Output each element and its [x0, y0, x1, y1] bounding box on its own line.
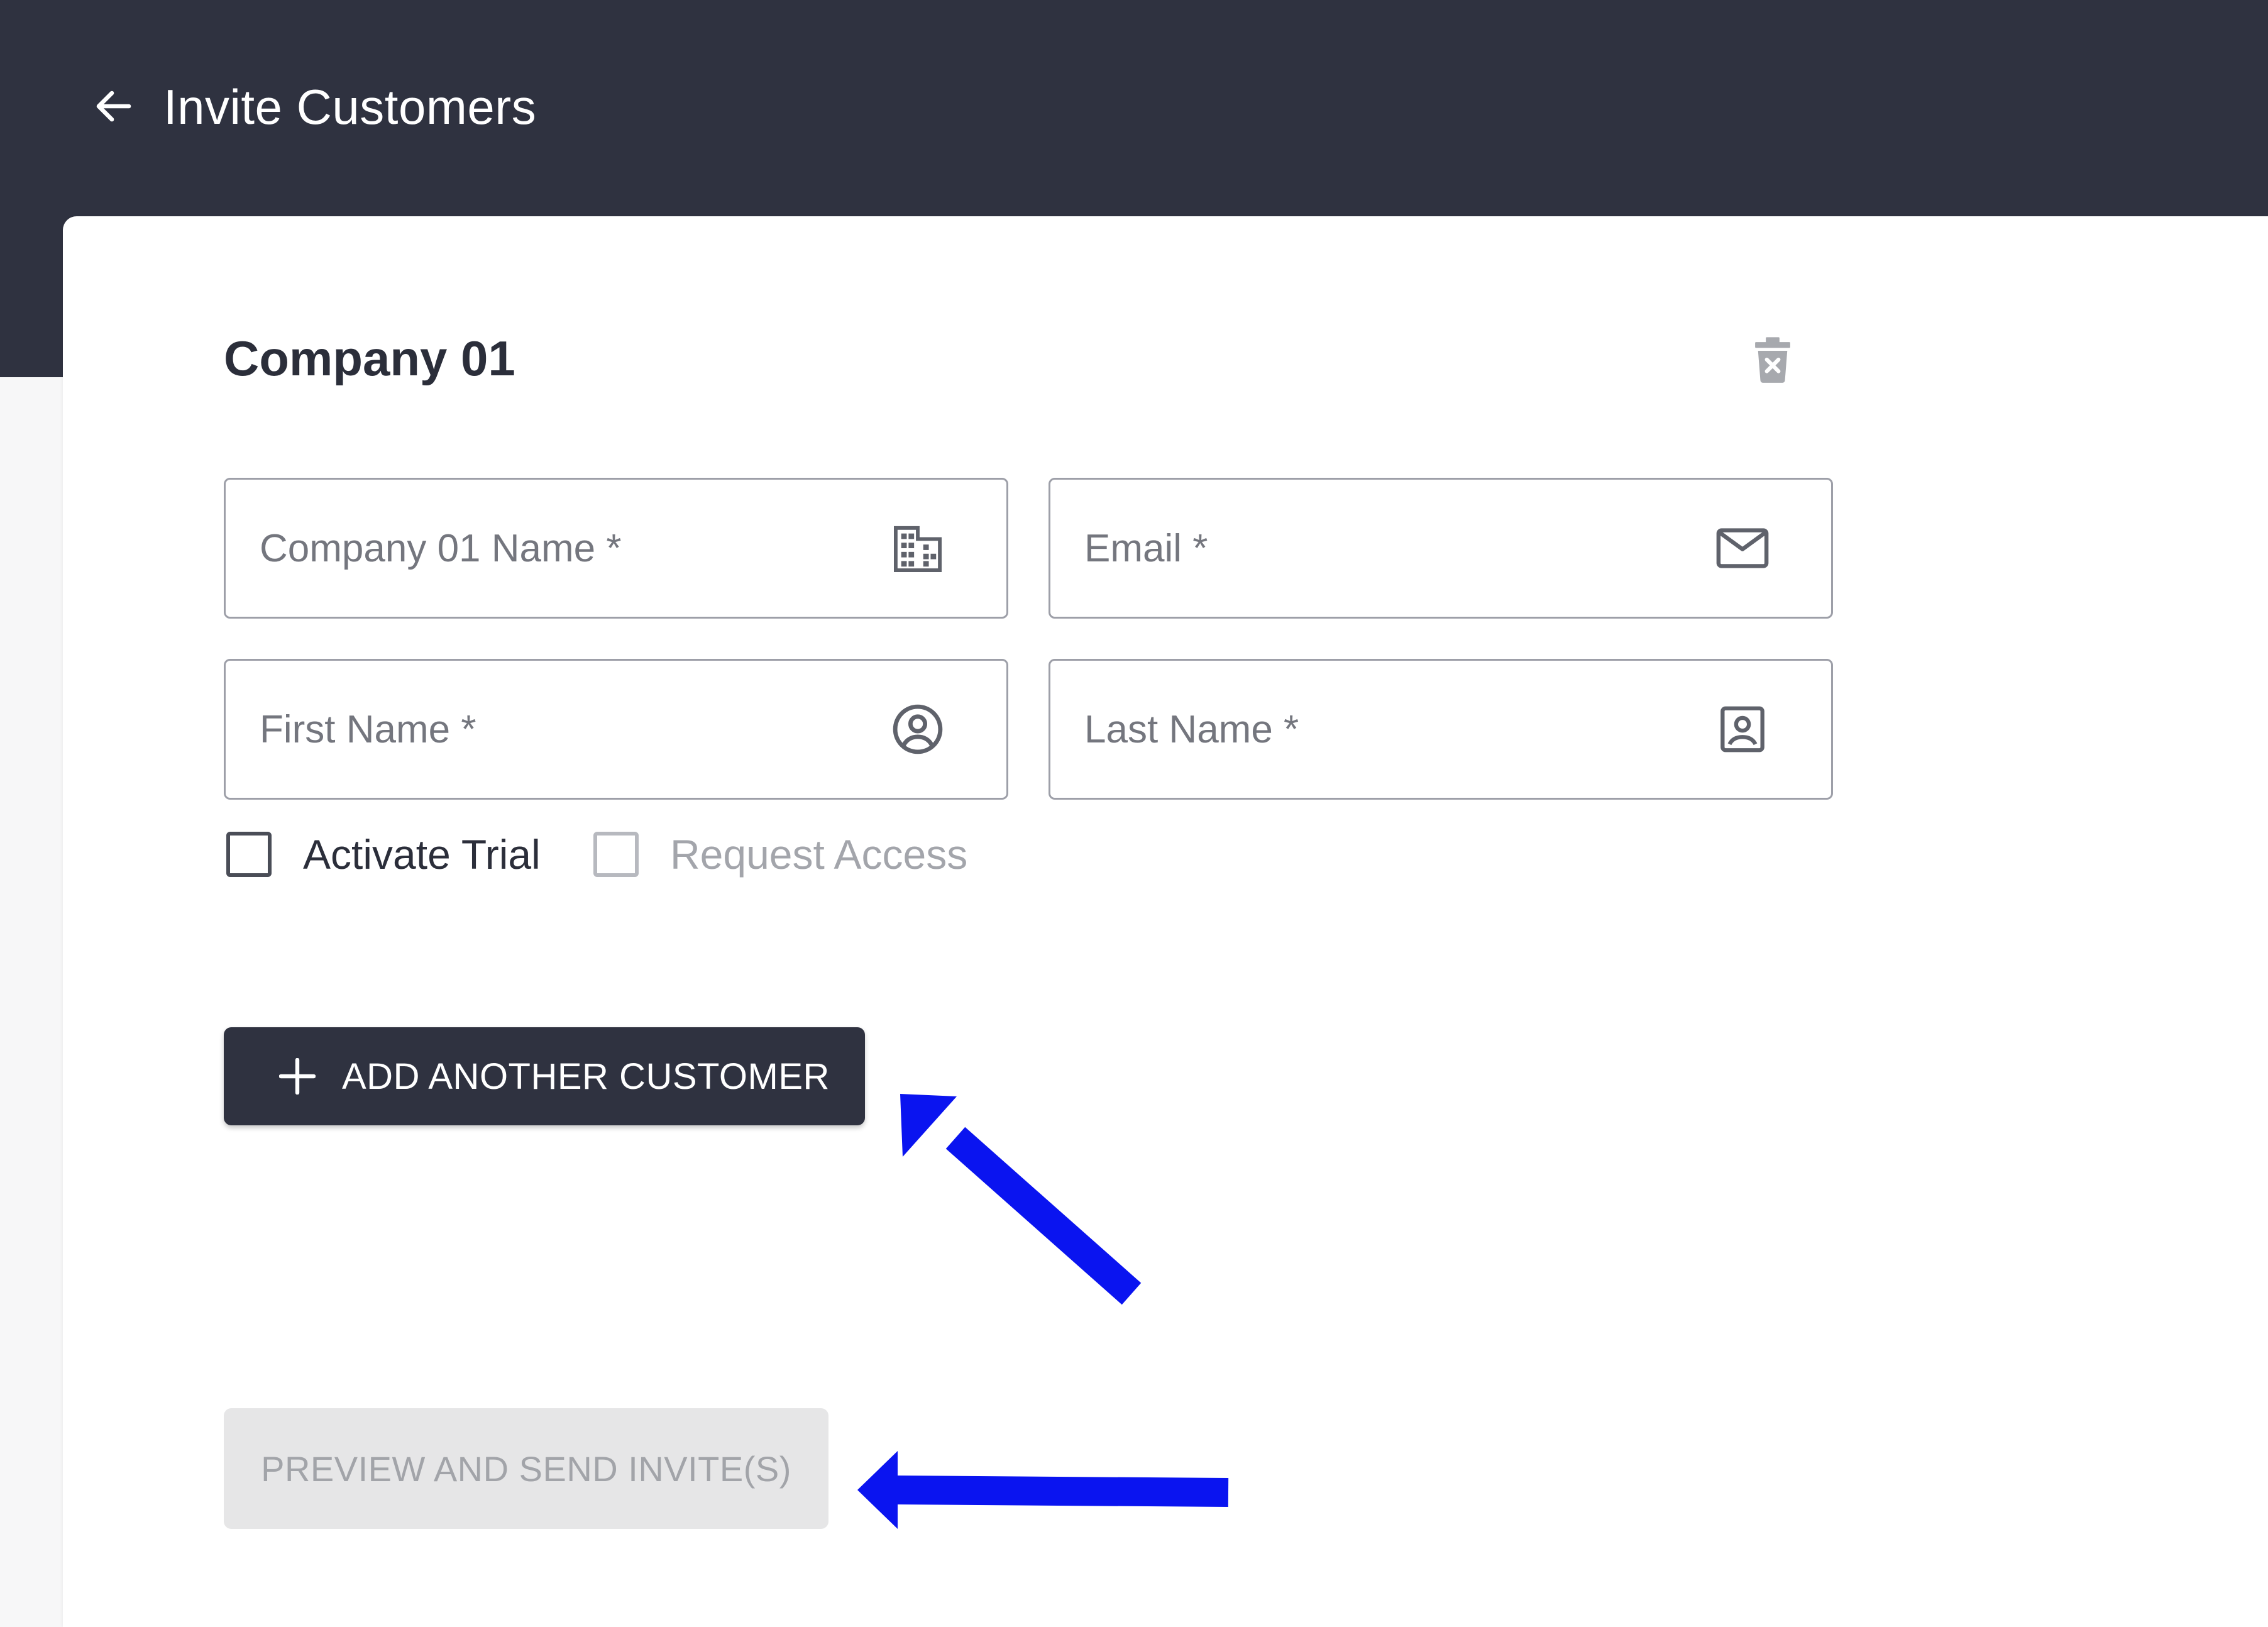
contact-card-icon [1714, 701, 1771, 758]
request-access-option: Request Access [593, 829, 967, 880]
company-section-title: Company 01 [224, 331, 515, 386]
request-access-label: Request Access [670, 831, 968, 878]
last-name-field[interactable] [1049, 659, 1833, 800]
delete-company-button[interactable] [1746, 329, 1799, 390]
mail-icon [1714, 520, 1771, 576]
email-field[interactable] [1049, 478, 1833, 619]
activate-trial-checkbox[interactable] [226, 832, 272, 877]
first-name-field[interactable] [224, 659, 1008, 800]
building-icon [889, 520, 946, 576]
back-button[interactable] [88, 80, 140, 132]
activate-trial-label: Activate Trial [303, 831, 541, 878]
trash-x-icon [1755, 337, 1790, 383]
add-another-customer-button[interactable]: ADD ANOTHER CUSTOMER [224, 1027, 865, 1125]
preview-and-send-label: PREVIEW AND SEND INVITE(S) [261, 1448, 791, 1489]
company-name-field[interactable] [224, 478, 1008, 619]
page-title: Invite Customers [163, 79, 537, 135]
add-another-customer-label: ADD ANOTHER CUSTOMER [342, 1056, 830, 1097]
arrow-left-icon [96, 91, 131, 122]
activate-trial-option[interactable]: Activate Trial [226, 829, 541, 880]
request-access-checkbox [593, 832, 639, 877]
preview-and-send-button: PREVIEW AND SEND INVITE(S) [224, 1408, 828, 1529]
user-circle-icon [889, 701, 946, 758]
plus-icon [278, 1057, 317, 1096]
